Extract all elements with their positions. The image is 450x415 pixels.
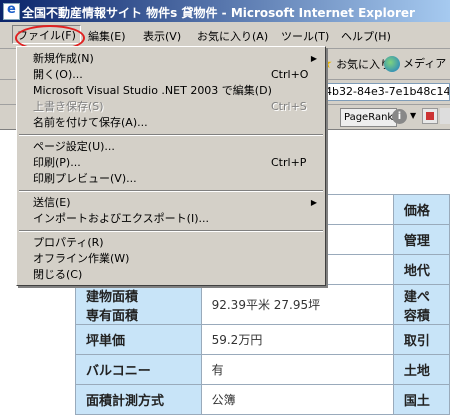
row-label: バルコニー <box>75 354 202 385</box>
menu-separator <box>19 230 323 232</box>
table-row: 坪単価 59.2万円 取引 <box>75 324 450 355</box>
pagerank-button[interactable]: PageRank <box>340 108 398 127</box>
file-menu-item[interactable]: 印刷(P)... Ctrl+P <box>33 155 321 171</box>
file-menu-item-label: 印刷プレビュー(V)... <box>33 172 137 185</box>
media-label: メディア <box>403 57 447 70</box>
file-menu-item-label: 送信(E) <box>33 196 71 209</box>
file-menu-item-label: 名前を付けて保存(A)... <box>33 116 148 129</box>
media-icon <box>384 56 400 72</box>
window-title: 全国不動産情報サイト 物件s 貸物件 - Microsoft Internet … <box>22 6 415 20</box>
row-label: 坪単価 <box>75 324 202 355</box>
menu-4[interactable]: ツール(T) <box>281 28 329 44</box>
file-menu-item[interactable]: プロパティ(R) <box>33 235 321 251</box>
row-side-label: 建ぺ 容積 <box>392 284 450 325</box>
file-menu-item[interactable]: 名前を付けて保存(A)... <box>33 115 321 131</box>
row-label: 建物面積 専有面積 <box>75 284 202 325</box>
title-bar: 全国不動産情報サイト 物件s 貸物件 - Microsoft Internet … <box>0 0 450 22</box>
row-value: 59.2万円 <box>200 324 394 355</box>
row-side-label: 取引 <box>392 324 450 355</box>
file-menu-item-label: 新規作成(N) <box>33 52 94 65</box>
menu-3[interactable]: お気に入り(A) <box>197 28 268 44</box>
file-menu-item[interactable]: 印刷プレビュー(V)... <box>33 171 321 187</box>
file-menu-item[interactable]: Microsoft Visual Studio .NET 2003 で編集(D) <box>33 83 321 99</box>
favorites-label: お気に入り <box>336 58 392 71</box>
shortcut-label: Ctrl+O <box>271 68 309 81</box>
media-button[interactable]: メディア <box>384 54 446 74</box>
address-input[interactable]: 4b32-84e3-7e1b48c14f <box>322 83 450 101</box>
file-menu-item-label: 上書き保存(S) <box>33 100 104 113</box>
file-menu-item-label: インポートおよびエクスポート(I)... <box>33 212 209 225</box>
toolbar-extra-icon[interactable] <box>440 108 450 124</box>
row-side-label: 価格 <box>392 194 450 225</box>
row-value: 92.39平米 27.95坪 <box>200 284 394 325</box>
table-row: 建物面積 専有面積 92.39平米 27.95坪 建ぺ 容積 <box>75 284 450 325</box>
file-menu-item-label: ページ設定(U)... <box>33 140 115 153</box>
toolbar-tool-icon[interactable] <box>422 108 438 124</box>
file-menu-item-label: オフライン作業(W) <box>33 252 130 265</box>
file-menu-dropdown: 新規作成(N) ▶ 開く(O)... Ctrl+O Microsoft Visual S… <box>16 46 326 286</box>
menu-2[interactable]: 表示(V) <box>143 28 181 44</box>
submenu-arrow-icon: ▶ <box>310 54 317 63</box>
file-menu-item[interactable]: 開く(O)... Ctrl+O <box>33 67 321 83</box>
file-menu-item-label: 開く(O)... <box>33 68 83 81</box>
menu-1[interactable]: 編集(E) <box>88 28 126 44</box>
file-menu-item-label: 印刷(P)... <box>33 156 81 169</box>
ie-logo-icon <box>3 2 20 20</box>
row-side-label: 管理 <box>392 224 450 255</box>
dropdown-arrow-icon[interactable]: ▼ <box>410 111 416 120</box>
file-menu-item[interactable]: 送信(E) ▶ <box>33 195 321 211</box>
row-value: 有 <box>200 354 394 385</box>
file-menu-item[interactable]: インポートおよびエクスポート(I)... <box>33 211 321 227</box>
menu-separator <box>19 134 323 136</box>
file-menu-item[interactable]: オフライン作業(W) <box>33 251 321 267</box>
table-row: バルコニー有土地 <box>75 354 450 385</box>
file-menu-item-label: 閉じる(C) <box>33 268 83 281</box>
favorites-button[interactable]: ★ お気に入り <box>320 54 391 74</box>
info-icon[interactable]: i <box>392 109 407 124</box>
file-menu-item-label: プロパティ(R) <box>33 236 104 249</box>
row-side-label: 地代 <box>392 254 450 285</box>
submenu-arrow-icon: ▶ <box>310 198 317 207</box>
file-menu-item[interactable]: 閉じる(C) <box>33 267 321 283</box>
shortcut-label: Ctrl+S <box>271 100 307 113</box>
file-menu-item[interactable]: 新規作成(N) ▶ <box>33 51 321 67</box>
shortcut-label: Ctrl+P <box>271 156 307 169</box>
row-side-label: 土地 <box>392 354 450 385</box>
menu-separator <box>19 190 323 192</box>
file-menu-item-label: Microsoft Visual Studio .NET 2003 で編集(D) <box>33 84 272 97</box>
file-menu-item[interactable]: ページ設定(U)... <box>33 139 321 155</box>
menu-5[interactable]: ヘルプ(H) <box>341 28 391 44</box>
file-menu-item: 上書き保存(S) Ctrl+S <box>33 99 321 115</box>
